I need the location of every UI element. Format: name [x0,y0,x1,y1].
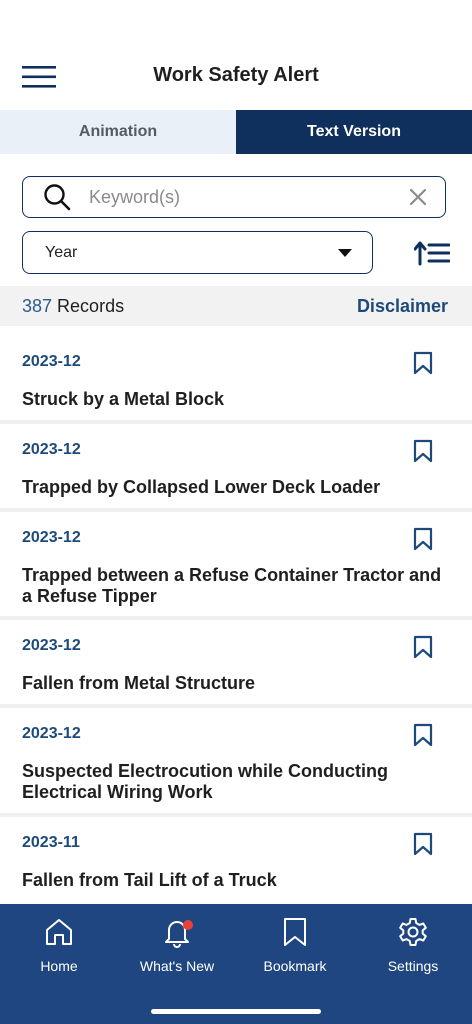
nav-whats-new[interactable]: What's New [118,904,236,1024]
nav-whats-new-label: What's New [139,958,215,974]
item-title: Fallen from Metal Structure [22,673,256,693]
item-date: 2023-12 [22,529,81,546]
nav-settings-label: Settings [387,958,439,974]
item-title: Struck by a Metal Block [22,389,225,409]
search-input[interactable] [87,185,407,209]
item-title: Fallen from Tail Lift of a Truck [22,870,277,890]
bookmark-icon[interactable] [412,832,434,856]
list-item[interactable]: 2023-12 Struck by a Metal Block [0,326,472,424]
bookmark-icon[interactable] [412,635,434,659]
item-date: 2023-12 [22,441,81,458]
bookmark-icon [284,918,306,946]
records-bar: 387 Records Disclaimer [0,286,472,326]
nav-bookmark[interactable]: Bookmark [236,904,354,1024]
home-indicator [151,1009,321,1014]
records-suffix: Records [52,295,125,316]
nav-settings[interactable]: Settings [354,904,472,1024]
item-date: 2023-12 [22,637,81,654]
nav-home-label: Home [40,958,78,974]
year-dropdown[interactable]: Year [22,231,373,274]
item-title: Suspected Electrocution while Conducting… [22,761,389,802]
page-title: Work Safety Alert [153,64,319,86]
records-number: 387 [22,295,53,316]
item-title: Trapped between a Refuse Container Tract… [22,565,442,606]
tab-bar: Animation Text Version [0,110,472,154]
notification-dot [183,920,193,930]
caret-down-icon [338,248,352,257]
search-icon [44,184,71,211]
list-item[interactable]: 2023-12 Trapped between a Refuse Contain… [0,512,472,620]
clear-icon[interactable] [407,186,429,208]
app-header: Work Safety Alert [0,0,472,110]
disclaimer-link[interactable]: Disclaimer [357,296,448,317]
nav-home[interactable]: Home [0,904,118,1024]
item-date: 2023-12 [22,725,81,742]
search-box [22,176,446,218]
item-date: 2023-12 [22,353,81,370]
sort-icon[interactable] [414,240,450,266]
alert-list: 2023-12 Struck by a Metal Block 2023-12 … [0,326,472,907]
bookmark-icon[interactable] [412,439,434,463]
list-item[interactable]: 2023-11 Fallen from Tail Lift of a Truck [0,817,472,907]
tab-animation[interactable]: Animation [0,110,236,154]
list-item[interactable]: 2023-12 Suspected Electrocution while Co… [0,708,472,817]
home-icon [46,919,72,945]
year-dropdown-label: Year [45,243,78,261]
bookmark-icon[interactable] [412,527,434,551]
tab-text-version[interactable]: Text Version [236,110,472,154]
item-title: Trapped by Collapsed Lower Deck Loader [22,477,381,497]
list-item[interactable]: 2023-12 Trapped by Collapsed Lower Deck … [0,424,472,512]
bottom-nav: Home What's New Bookmark Settings [0,904,472,1024]
gear-icon [399,918,427,946]
item-date: 2023-11 [22,834,80,851]
list-item[interactable]: 2023-12 Fallen from Metal Structure [0,620,472,708]
bookmark-icon[interactable] [412,351,434,375]
nav-bookmark-label: Bookmark [263,958,327,974]
records-count: 387 Records [22,296,124,317]
bookmark-icon[interactable] [412,723,434,747]
